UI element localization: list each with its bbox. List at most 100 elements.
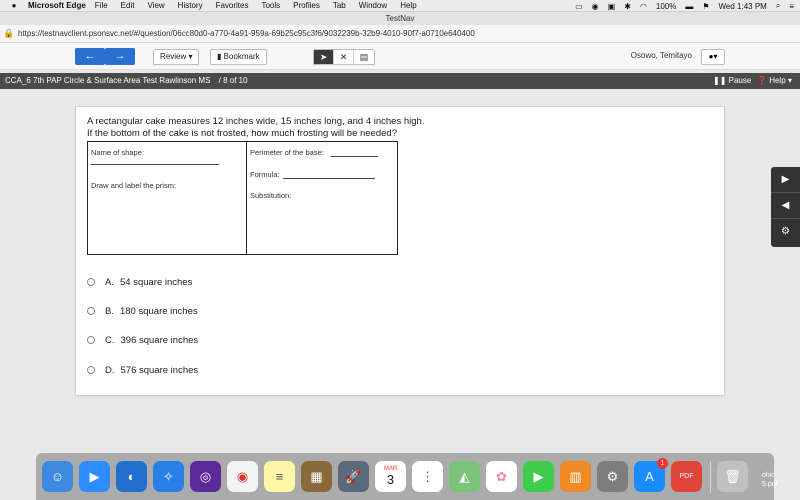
review-button[interactable]: Review ▾ [153, 49, 200, 65]
app-store-icon[interactable]: A 1 [634, 458, 668, 492]
app-store-badge: 1 [657, 458, 668, 469]
menu-tab[interactable]: Tab [333, 1, 346, 10]
photos-icon[interactable]: ✿ [486, 461, 517, 492]
perimeter-label: Perimeter of the base: [250, 148, 324, 157]
finder-icon[interactable]: ☺ [42, 461, 73, 492]
bookmark-icon: ▮ [217, 52, 222, 61]
menu-window[interactable]: Window [359, 1, 387, 10]
archive-utility-icon[interactable]: ▦ [301, 461, 332, 492]
cast-icon[interactable]: ▭ [575, 2, 583, 11]
zoom-icon[interactable]: ▶ [79, 461, 110, 492]
pdf-app-icon[interactable]: PDF [671, 461, 702, 492]
reminders-icon[interactable]: ⋮ [412, 461, 443, 492]
test-title-bar: CCA_6 7th PAP Circle & Surface Area Test… [0, 73, 800, 89]
answer-option-c[interactable]: C. 396 square inches [87, 333, 198, 347]
option-text: 180 square inches [119, 305, 198, 317]
forward-button[interactable]: → [105, 48, 135, 65]
side-tool-panel: ▶ ◀ ⚙ [771, 167, 800, 247]
edge-icon[interactable]: ◐ [116, 461, 147, 492]
battery-icon[interactable]: ▬ [685, 2, 693, 11]
battery-text[interactable]: 100% [656, 2, 676, 11]
user-name: Osowo, Temitayo [630, 51, 692, 60]
option-text: 576 square inches [120, 364, 199, 376]
desktop-file[interactable]: ohic 5.pdf [762, 471, 778, 489]
menu-file[interactable]: File [95, 1, 108, 10]
notes-icon[interactable]: ≡ [264, 461, 295, 492]
bookmark-button[interactable]: ▮ Bookmark [210, 49, 267, 65]
radio-b[interactable] [87, 307, 95, 315]
answer-option-d[interactable]: D. 576 square inches [87, 363, 198, 377]
option-text: 396 square inches [120, 334, 199, 346]
text-to-speech-play-icon[interactable]: ▶ [771, 167, 800, 193]
safari-icon[interactable]: ✧ [153, 461, 184, 492]
lock-icon[interactable]: 🔒 [0, 28, 18, 39]
radio-c[interactable] [87, 336, 95, 344]
menu-help[interactable]: Help [400, 1, 416, 10]
system-preferences-icon[interactable]: ⚙ [597, 461, 628, 492]
worksheet-divider [246, 142, 247, 254]
menu-profiles[interactable]: Profiles [293, 1, 320, 10]
wifi-icon[interactable]: ◠ [640, 2, 647, 11]
desktop-file-name-2: 5.pdf [762, 481, 778, 488]
pause-button[interactable]: ❚❚ Pause [713, 73, 751, 89]
menu-view[interactable]: View [147, 1, 164, 10]
radio-a[interactable] [87, 278, 95, 286]
chrome-icon[interactable]: ◉ [227, 461, 258, 492]
window-title: TestNav [0, 12, 800, 25]
help-icon: ❓ [757, 76, 767, 85]
calendar-icon[interactable]: MAR 3 [375, 461, 406, 492]
option-letter: B. [105, 305, 114, 317]
settings-gear-icon[interactable]: ⚙ [771, 219, 800, 245]
test-name-text: CCA_6 7th PAP Circle & Surface Area Test… [5, 76, 211, 85]
notepad-icon[interactable]: ▤ [354, 50, 374, 64]
menu-history[interactable]: History [178, 1, 203, 10]
formula-line [283, 178, 375, 179]
menu-favorites[interactable]: Favorites [216, 1, 249, 10]
flag-icon[interactable]: ⚑ [702, 2, 709, 11]
user-menu-button[interactable]: ●▾ [701, 49, 725, 65]
perimeter-line [331, 156, 378, 157]
menu-edit[interactable]: Edit [121, 1, 135, 10]
answer-option-a[interactable]: A. 54 square inches [87, 275, 192, 289]
option-letter: A. [105, 276, 114, 288]
name-of-shape-label: Name of shape: [91, 148, 144, 157]
desktop-file-name-1: ohic [762, 472, 775, 479]
answer-option-b[interactable]: B. 180 square inches [87, 304, 198, 318]
search-icon[interactable]: ⌕ [776, 1, 780, 11]
menu-tools[interactable]: Tools [261, 1, 280, 10]
back-button[interactable]: ← [75, 48, 105, 65]
option-letter: C. [105, 334, 115, 346]
clock[interactable]: Wed 1:43 PM [719, 2, 767, 11]
trash-icon[interactable]: 🗑 [717, 461, 748, 492]
pointer-tool-icon[interactable]: ➤ [314, 50, 334, 64]
answer-eliminator-icon[interactable]: ✕ [334, 50, 354, 64]
maps-icon[interactable]: ◭ [449, 461, 480, 492]
facetime-icon[interactable]: ▶ [523, 461, 554, 492]
siri-icon[interactable]: ◎ [190, 461, 221, 492]
question-line-2: If the bottom of the cake is not frosted… [87, 128, 397, 139]
calendar-day: 3 [386, 472, 395, 487]
dock-separator [710, 460, 711, 493]
mac-dock: ☺ ▶ ◐ ✧ ◎ ◉ ≡ ▦ 🚀 MAR 3 ⋮ ◭ ✿ ▶ ▥ ⚙ A 1 … [36, 453, 774, 500]
test-name: CCA_6 7th PAP Circle & Surface Area Test… [5, 73, 248, 89]
books-icon[interactable]: ▥ [560, 461, 591, 492]
launchpad-icon[interactable]: 🚀 [338, 461, 369, 492]
radio-d[interactable] [87, 366, 95, 374]
siri-status-icon[interactable]: ◉ [592, 2, 599, 11]
app-menu-name[interactable]: Microsoft Edge [28, 1, 86, 10]
mac-menubar: ● Microsoft Edge File Edit View History … [0, 0, 800, 12]
address-bar[interactable]: 🔒 https://testnavclient.psonsvc.net/#/qu… [0, 25, 800, 43]
draw-label: Draw and label the prism: [91, 181, 177, 190]
option-letter: D. [105, 364, 115, 376]
user-menu-caret: ▾ [713, 52, 718, 61]
bluetooth-icon[interactable]: ✱ [624, 2, 631, 11]
help-button[interactable]: ❓ Help ▾ [757, 73, 792, 89]
url-text[interactable]: https://testnavclient.psonsvc.net/#/ques… [18, 29, 475, 38]
audio-icon[interactable]: ◀ [771, 193, 800, 219]
tool-group: ➤ ✕ ▤ [313, 49, 375, 65]
question-progress: / 8 of 10 [218, 76, 248, 85]
apple-icon[interactable]: ● [6, 1, 22, 10]
display-icon[interactable]: ▣ [608, 2, 616, 11]
name-of-shape-line [91, 164, 219, 165]
control-center-icon[interactable]: ≡ [789, 2, 794, 11]
